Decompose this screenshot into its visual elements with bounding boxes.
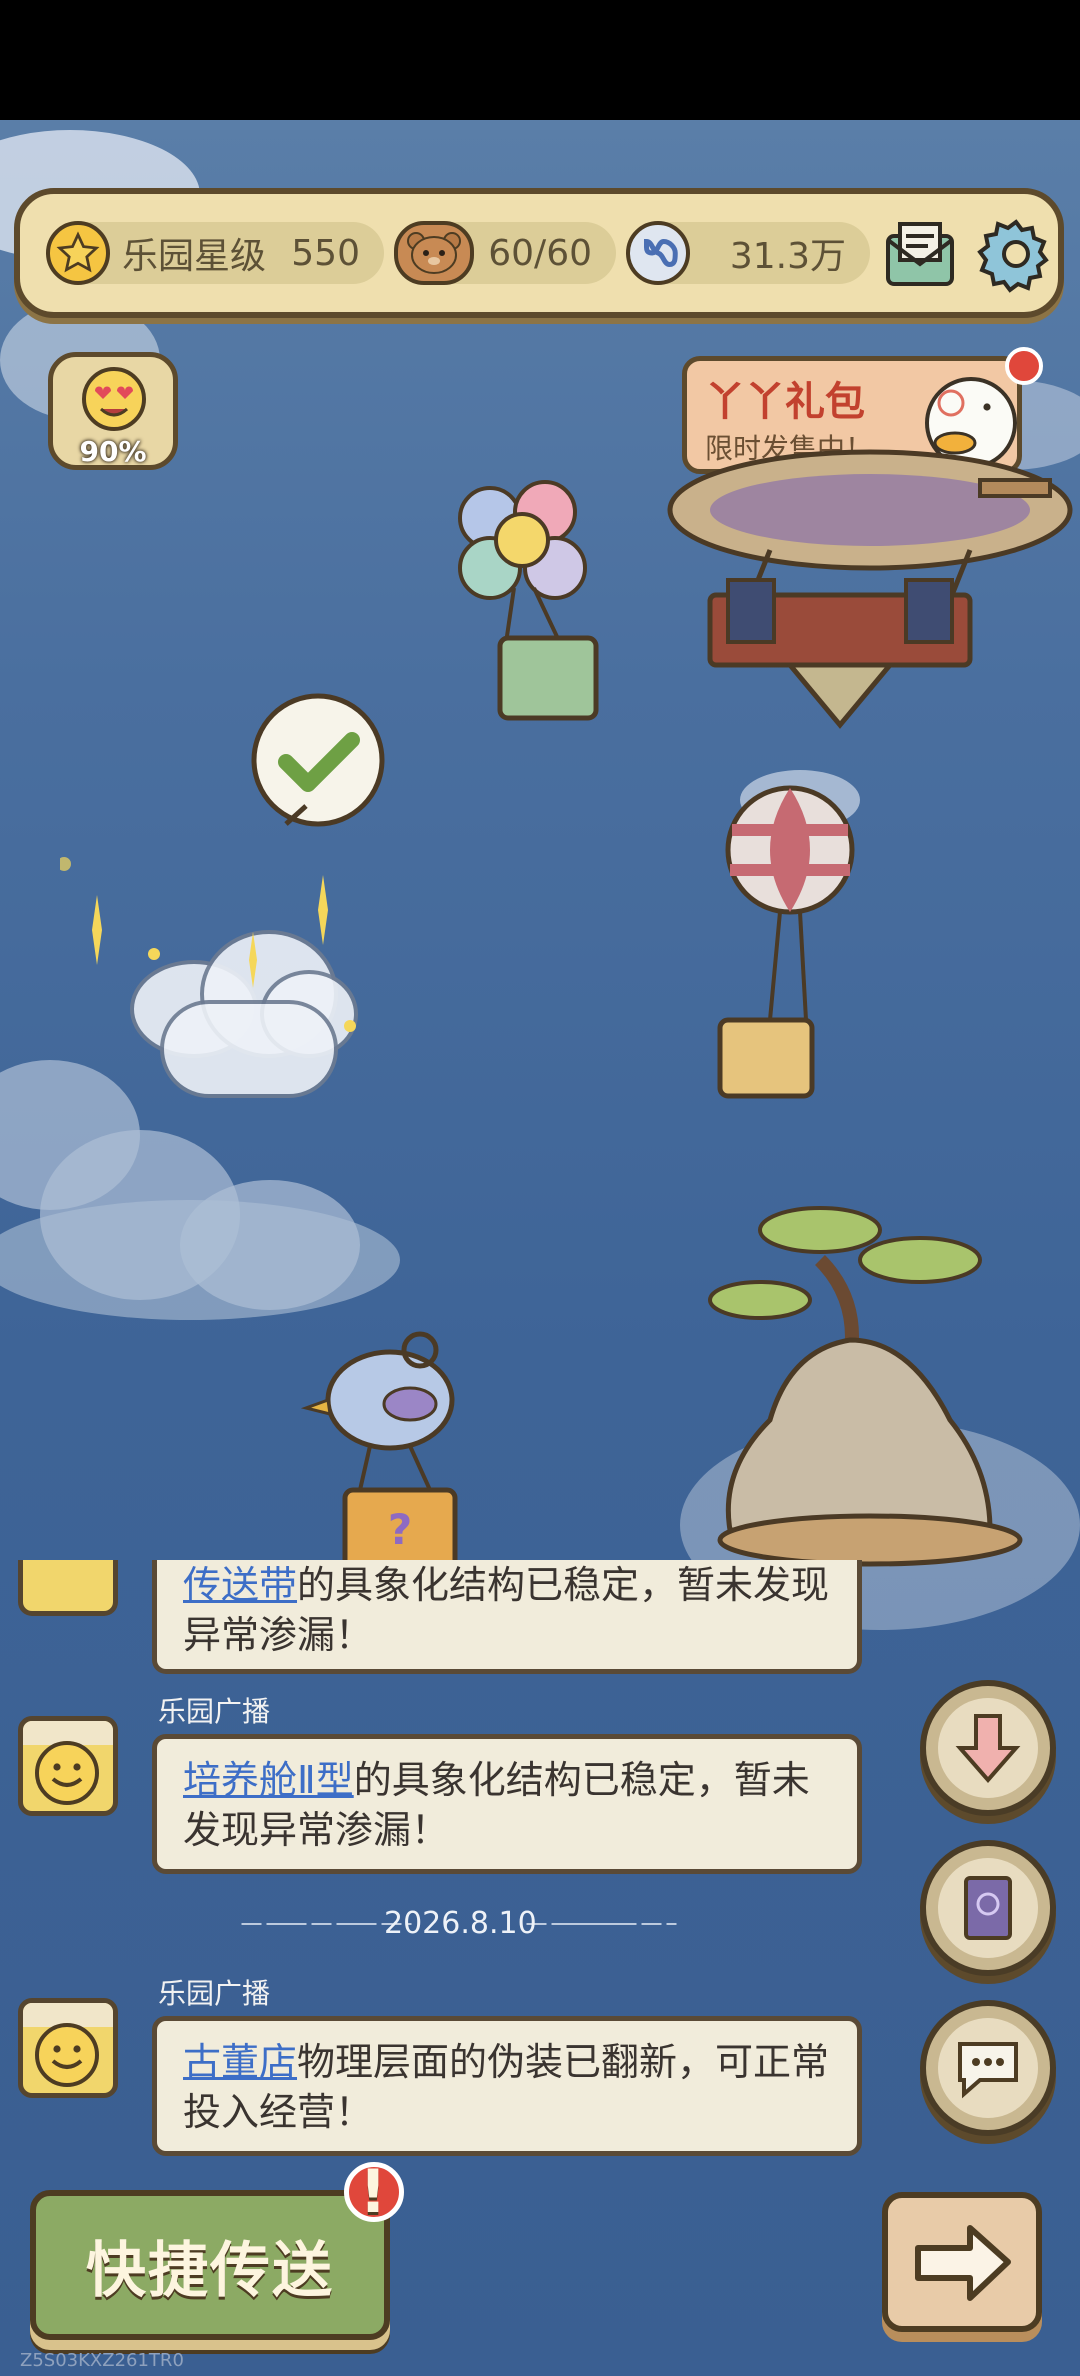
avatar <box>18 1560 118 1616</box>
status-bar <box>0 0 1080 120</box>
settings-button[interactable] <box>974 212 1058 296</box>
chat-message-partial: 传送带的具象化结构已稳定，暂未发现异常渗漏！ <box>152 1560 862 1674</box>
star-icon <box>46 221 110 285</box>
heart-eyes-face-icon <box>82 367 146 431</box>
book-button[interactable] <box>920 1840 1056 1976</box>
avatar <box>18 1716 118 1816</box>
chat-sender: 乐园广播 <box>158 1977 271 2010</box>
chat-link[interactable]: 培养舱Ⅱ型 <box>183 1758 354 1802</box>
happiness-percent: 90% <box>79 435 147 468</box>
build-watermark: Z5S03KXZ261TR0 <box>20 2350 184 2371</box>
mail-button[interactable] <box>878 212 962 296</box>
chat-link[interactable]: 古董店 <box>183 2040 297 2084</box>
bear-stamina[interactable]: 60/60 <box>394 221 616 285</box>
gear-icon <box>977 219 1049 293</box>
smiley-worker-icon <box>23 1721 113 1805</box>
gift-notification-dot <box>1005 347 1043 385</box>
magic-book-icon <box>964 1876 1012 1940</box>
airship-illustration <box>667 449 1073 729</box>
smiley-worker-icon <box>23 2003 113 2087</box>
arrow-down-icon <box>955 1714 1021 1784</box>
chat-date: 2026.8.10 <box>384 1906 537 1941</box>
floating-rock-island[interactable] <box>700 1200 1030 1570</box>
park-star-level[interactable]: 乐园星级 550 <box>46 221 384 285</box>
bear-icon <box>394 221 474 285</box>
sparkle-icon <box>60 857 356 1032</box>
currency-value: 31.3万 <box>729 236 846 277</box>
next-button[interactable] <box>882 2192 1042 2332</box>
chat-link[interactable]: 传送带 <box>183 1563 297 1607</box>
star-level-label: 乐园星级 <box>122 236 267 277</box>
star-level-value: 550 <box>291 232 360 274</box>
notification-badge-label: ! <box>359 2157 389 2227</box>
chat-message: 培养舱Ⅱ型的具象化结构已稳定，暂未发现异常渗漏！ <box>152 1734 862 1874</box>
infinity-coin-icon <box>626 221 690 285</box>
bird-mystery-crate[interactable]: ? <box>300 1330 480 1570</box>
resource-bar: 乐园星级 550 60/60 31.3万 <box>14 188 1064 318</box>
gift-title: 丫丫礼包 <box>705 379 865 425</box>
currency[interactable]: 31.3万 <box>626 221 870 285</box>
chat-message: 古董店物理层面的伪装已翻新，可正常投入经营！ <box>152 2016 862 2156</box>
chat-sender: 乐园广播 <box>158 1695 271 1728</box>
quick-teleport-button[interactable]: 快捷传送 ! <box>30 2157 404 2340</box>
svg-text:?: ? <box>388 1505 412 1554</box>
hot-air-balloon[interactable] <box>710 780 870 1110</box>
speech-bubble-icon <box>958 2042 1018 2099</box>
bear-stamina-value: 60/60 <box>488 232 592 274</box>
mail-icon <box>886 222 954 286</box>
arrow-right-icon <box>915 2225 1011 2301</box>
flower-balloon-crate <box>458 480 599 721</box>
check-bubble-icon[interactable] <box>246 690 392 836</box>
quick-teleport-label: 快捷传送 <box>86 2235 334 2306</box>
notification-badge: ! <box>344 2157 404 2227</box>
scroll-down-button[interactable] <box>920 1680 1056 1816</box>
chat-button[interactable] <box>920 2000 1056 2136</box>
avatar <box>18 1998 118 2098</box>
happiness-badge[interactable]: 90% <box>48 352 178 470</box>
